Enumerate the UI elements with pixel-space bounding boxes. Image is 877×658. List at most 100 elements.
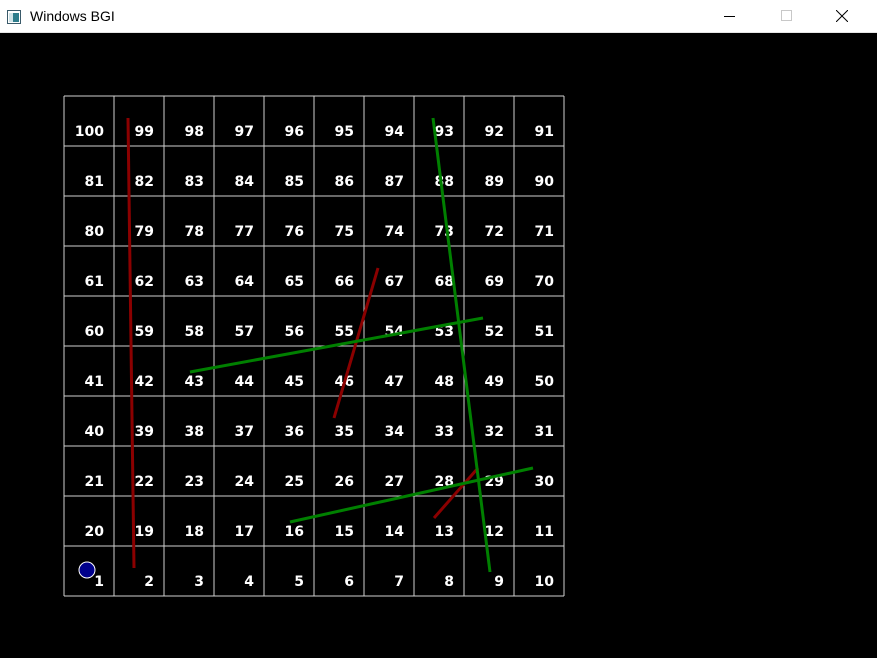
- title-bar: Windows BGI: [0, 0, 877, 33]
- minimize-button[interactable]: [707, 0, 753, 32]
- cell-number: 58: [185, 324, 204, 340]
- cell-number: 32: [485, 424, 504, 440]
- player-token: [78, 561, 96, 579]
- cell-number: 94: [385, 124, 405, 140]
- ladder: [289, 466, 534, 524]
- maximize-button[interactable]: [764, 0, 810, 32]
- cell-number: 91: [535, 124, 554, 140]
- cell-number: 60: [85, 324, 105, 340]
- cell-number: 56: [285, 324, 304, 340]
- cell-number: 3: [194, 574, 204, 590]
- cell-number: 12: [485, 524, 504, 540]
- cell-number: 74: [385, 224, 405, 240]
- cell-number: 18: [185, 524, 204, 540]
- cell-number: 93: [435, 124, 454, 140]
- cell-number: 72: [485, 224, 504, 240]
- cell-number: 75: [335, 224, 354, 240]
- canvas-area: 100 99 98 97 96 95 94 93 92 91 81 82 83 84 85 86 87 88 89 9…: [1, 33, 876, 657]
- cell-number: 59: [135, 324, 154, 340]
- cell-number: 52: [485, 324, 504, 340]
- maximize-icon: [781, 10, 792, 21]
- cell-number: 7: [394, 574, 404, 590]
- cell-number: 66: [335, 274, 354, 290]
- cell-number: 22: [135, 474, 154, 490]
- cell-number: 51: [535, 324, 554, 340]
- cell-number: 43: [185, 374, 204, 390]
- cell-number: 80: [85, 224, 105, 240]
- cell-number: 36: [285, 424, 304, 440]
- cell-number: 99: [135, 124, 154, 140]
- cell-number: 86: [335, 174, 354, 190]
- cell-number: 57: [235, 324, 254, 340]
- cell-number: 30: [535, 474, 555, 490]
- snake: [126, 117, 136, 569]
- cell-number: 88: [435, 174, 454, 190]
- cell-number: 55: [335, 324, 354, 340]
- close-icon: [836, 10, 848, 22]
- cell-number: 35: [335, 424, 354, 440]
- cell-number: 27: [385, 474, 404, 490]
- cell-number: 8: [444, 574, 454, 590]
- cell-number: 96: [285, 124, 304, 140]
- cell-number: 11: [535, 524, 554, 540]
- cell-number: 15: [335, 524, 354, 540]
- cell-number: 34: [385, 424, 405, 440]
- cell-number: 62: [135, 274, 154, 290]
- cell-number: 14: [385, 524, 405, 540]
- cell-number: 25: [285, 474, 304, 490]
- cell-number: 68: [435, 274, 454, 290]
- cell-number: 39: [135, 424, 154, 440]
- close-button[interactable]: [819, 0, 865, 32]
- minimize-icon: [724, 16, 735, 17]
- cell-number: 44: [235, 374, 255, 390]
- cell-number: 23: [185, 474, 204, 490]
- cell-number: 63: [185, 274, 204, 290]
- cell-number: 67: [385, 274, 404, 290]
- cell-number: 24: [235, 474, 255, 490]
- cell-number: 47: [385, 374, 404, 390]
- cell-number: 64: [235, 274, 255, 290]
- cell-number: 16: [285, 524, 304, 540]
- cell-number: 87: [385, 174, 404, 190]
- cell-number: 4: [244, 574, 254, 590]
- cell-number: 33: [435, 424, 454, 440]
- cell-number: 92: [485, 124, 504, 140]
- bgi-window-icon: [7, 9, 21, 24]
- cell-number: 10: [535, 574, 555, 590]
- cell-number: 76: [285, 224, 304, 240]
- cell-number: 45: [285, 374, 304, 390]
- cell-number: 48: [435, 374, 454, 390]
- game-board: 100 99 98 97 96 95 94 93 92 9181 82 83 84 85 86 87 88 89 9…: [63, 95, 565, 597]
- cell-number: 95: [335, 124, 354, 140]
- cell-number: 6: [344, 574, 354, 590]
- cell-number: 100: [75, 124, 104, 140]
- window-title: Windows BGI: [30, 8, 115, 24]
- cell-number: 42: [135, 374, 154, 390]
- cell-number: 37: [235, 424, 254, 440]
- cell-number: 40: [85, 424, 105, 440]
- cell-number: 77: [235, 224, 254, 240]
- cell-number: 84: [235, 174, 255, 190]
- cell-number: 83: [185, 174, 204, 190]
- cell-number: 69: [485, 274, 504, 290]
- cell-number: 9: [494, 574, 504, 590]
- cell-number: 13: [435, 524, 454, 540]
- cell-number: 98: [185, 124, 204, 140]
- cell-number: 38: [185, 424, 204, 440]
- cell-number: 31: [535, 424, 554, 440]
- cell-number: 81: [85, 174, 104, 190]
- cell-number: 5: [294, 574, 304, 590]
- cell-number: 71: [535, 224, 554, 240]
- cell-number: 61: [85, 274, 104, 290]
- cell-number: 90: [535, 174, 555, 190]
- cell-number: 85: [285, 174, 304, 190]
- cell-number: 73: [435, 224, 454, 240]
- cell-number: 70: [535, 274, 555, 290]
- cell-number: 26: [335, 474, 354, 490]
- cell-number: 97: [235, 124, 254, 140]
- cell-number: 19: [135, 524, 154, 540]
- cell-number: 50: [535, 374, 555, 390]
- cell-number: 65: [285, 274, 304, 290]
- cell-number: 2: [144, 574, 154, 590]
- cell-number: 82: [135, 174, 154, 190]
